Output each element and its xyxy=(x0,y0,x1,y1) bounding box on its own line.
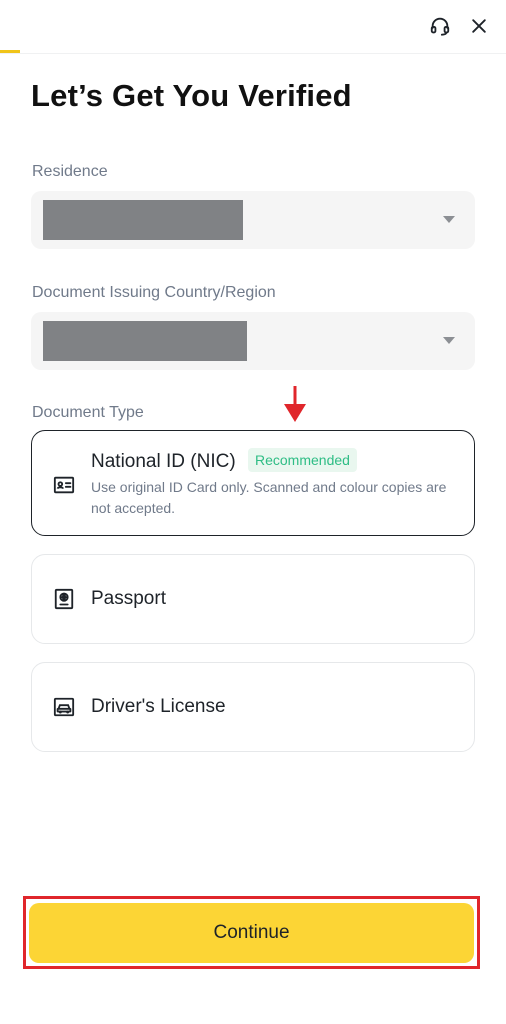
residence-select[interactable] xyxy=(31,191,475,249)
document-option-drivers-license[interactable]: Driver's License xyxy=(31,662,475,752)
id-card-icon xyxy=(53,476,75,494)
close-icon[interactable] xyxy=(465,12,493,40)
top-bar xyxy=(0,0,506,54)
continue-button[interactable]: Continue xyxy=(29,903,474,963)
verification-page: Let’s Get You Verified Residence Documen… xyxy=(0,0,506,1024)
redacted-value xyxy=(43,200,243,240)
headset-icon[interactable] xyxy=(426,12,454,40)
issuing-country-select[interactable] xyxy=(31,312,475,370)
residence-label: Residence xyxy=(32,163,108,180)
caret-down-icon xyxy=(443,216,455,223)
document-option-name: Passport xyxy=(91,588,166,609)
car-license-icon xyxy=(53,697,75,717)
document-option-name: Driver's License xyxy=(91,696,226,717)
document-option-description: Use original ID Card only. Scanned and c… xyxy=(91,479,447,516)
passport-icon xyxy=(54,588,74,610)
document-option-passport[interactable]: Passport xyxy=(31,554,475,644)
page-title: Let’s Get You Verified xyxy=(31,78,352,113)
document-type-label: Document Type xyxy=(32,404,144,421)
issuing-country-label: Document Issuing Country/Region xyxy=(32,284,276,301)
progress-bar xyxy=(0,50,506,53)
document-option-name: National ID (NIC) xyxy=(91,451,236,472)
document-option-national-id[interactable]: National ID (NIC) Recommended Use origin… xyxy=(31,430,475,536)
caret-down-icon xyxy=(443,337,455,344)
progress-fill xyxy=(0,50,21,53)
recommended-badge: Recommended xyxy=(248,448,357,472)
redacted-value xyxy=(43,321,247,361)
annotation-arrow-icon xyxy=(284,386,306,422)
